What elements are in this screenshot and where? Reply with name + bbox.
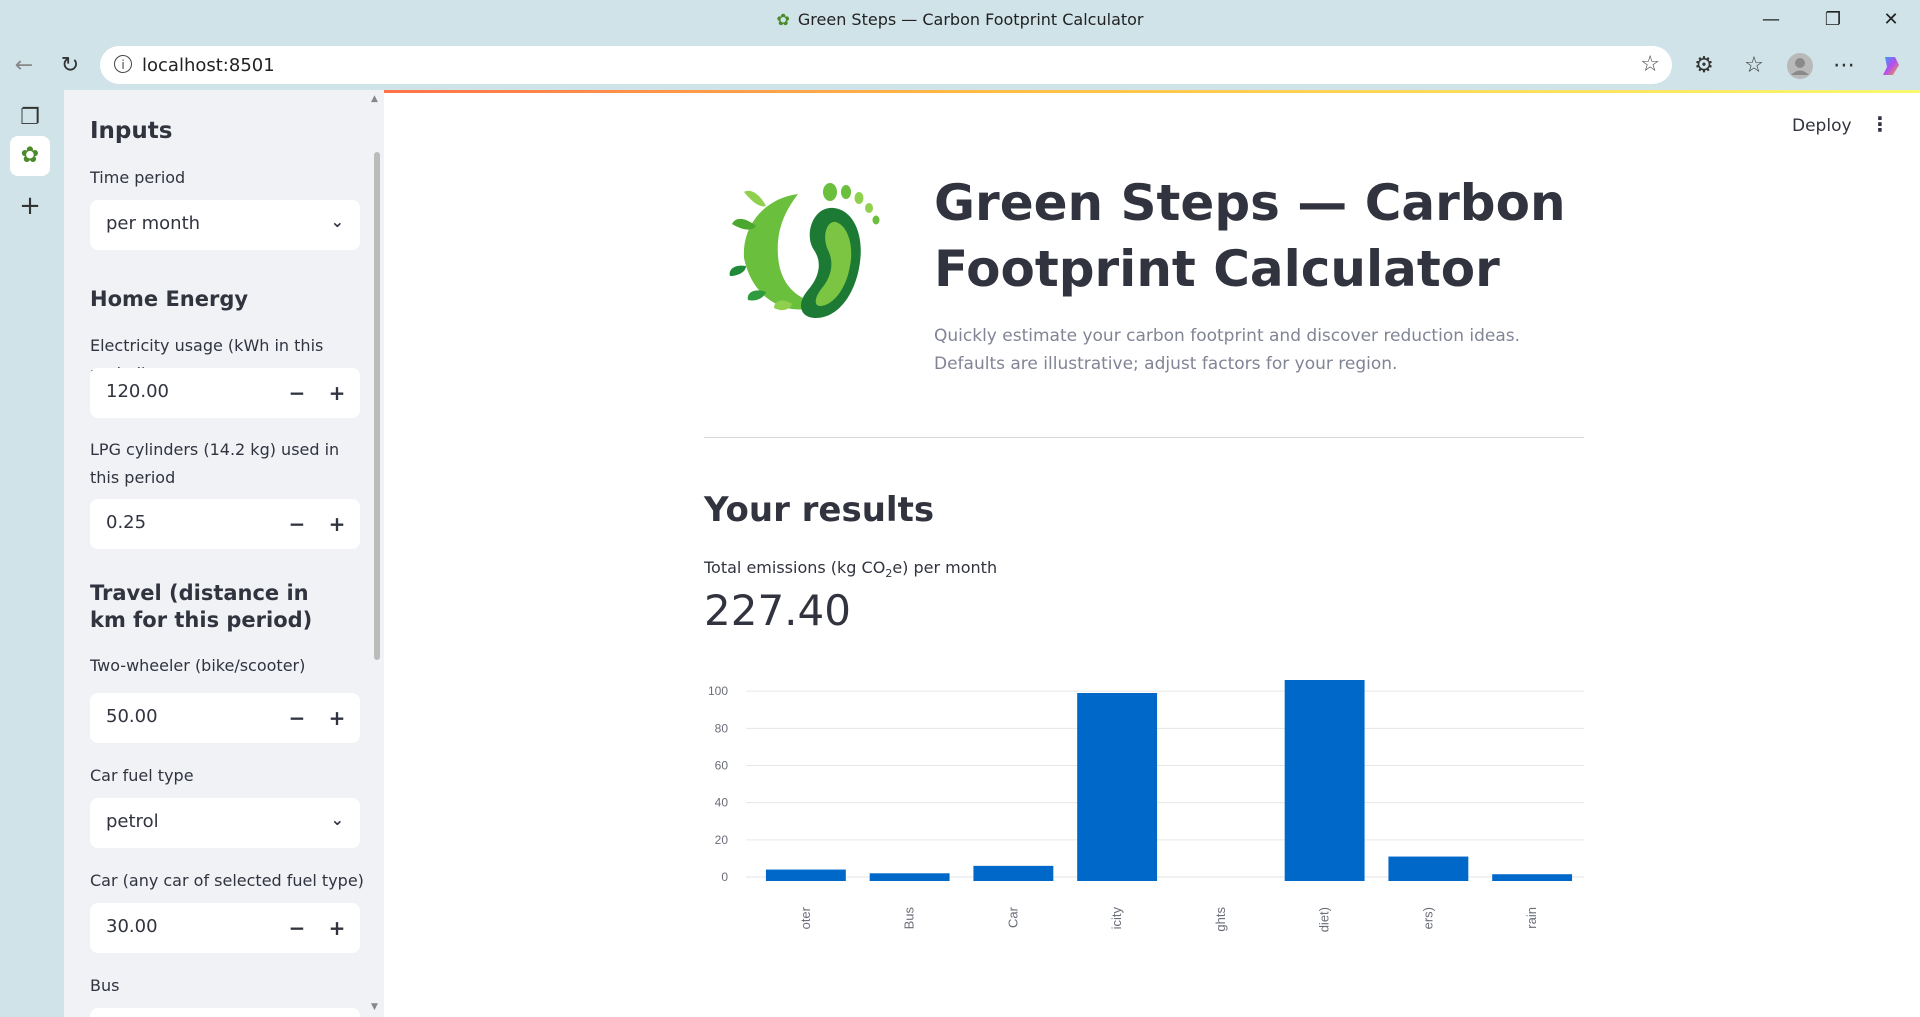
y-tick-label: 80	[715, 721, 729, 735]
car-value: 30.00	[106, 916, 158, 937]
url-text: localhost:8501	[142, 55, 275, 76]
decrement-button[interactable]: −	[282, 378, 312, 408]
tab-green-steps[interactable]: ✿	[10, 136, 50, 176]
decrement-button[interactable]: −	[282, 913, 312, 943]
results-heading: Your results	[704, 490, 935, 530]
divider	[704, 437, 1584, 438]
scroll-up-arrow[interactable]: ▲	[371, 94, 378, 104]
car-fuel-label: Car fuel type	[90, 766, 194, 785]
y-tick-label: 40	[715, 796, 729, 810]
y-tick-label: 20	[715, 833, 729, 847]
lpg-value: 0.25	[106, 512, 147, 533]
metric-label: Total emissions (kg CO2e) per month	[704, 558, 997, 580]
increment-button[interactable]: +	[322, 509, 352, 539]
reload-icon[interactable]: ↻	[54, 50, 86, 82]
bar[interactable]	[973, 865, 1054, 881]
close-button[interactable]: ✕	[1868, 6, 1914, 34]
metric-label-prefix: Total emissions (kg CO	[704, 558, 886, 577]
metric-label-suffix: e) per month	[892, 558, 998, 577]
x-tick-label: Car	[1005, 906, 1020, 928]
bookmark-star-icon[interactable]: ☆	[1640, 52, 1660, 77]
y-tick-label: 0	[721, 870, 728, 884]
vertical-tab-strip: ❐ ✿ +	[0, 90, 62, 1017]
two-wheeler-label: Two-wheeler (bike/scooter)	[90, 656, 306, 675]
main-menu-icon[interactable]: ⋮	[1870, 112, 1890, 136]
sidebar-heading: Inputs	[90, 118, 173, 144]
tab-actions-icon[interactable]: ❐	[10, 98, 50, 138]
x-tick-label: icity	[1109, 907, 1124, 930]
time-period-select[interactable]: per month ⌄	[90, 200, 360, 250]
window-titlebar: ✿ Green Steps — Carbon Footprint Calculat…	[0, 0, 1920, 42]
y-tick-label: 100	[708, 684, 728, 698]
chevron-down-icon: ⌄	[330, 212, 344, 231]
more-menu-icon[interactable]: ⋯	[1828, 50, 1860, 82]
bus-label: Bus	[90, 976, 120, 995]
car-fuel-value: petrol	[106, 811, 159, 832]
bar[interactable]	[1077, 693, 1158, 881]
car-input[interactable]: 30.00 − +	[90, 903, 360, 953]
chevron-down-icon: ⌄	[330, 810, 344, 829]
metric-value: 227.40	[704, 586, 851, 635]
scroll-down-arrow[interactable]: ▼	[371, 1002, 378, 1012]
page-title: Green Steps — Carbon Footprint Calculato…	[934, 174, 1566, 298]
increment-button[interactable]: +	[322, 378, 352, 408]
y-tick-label: 60	[715, 758, 729, 772]
electricity-value: 120.00	[106, 381, 169, 402]
emissions-bar-chart: 0 20 40 60 80 100 oter Bus Car icity ghts diet) ers)…	[708, 680, 1584, 932]
bar[interactable]	[869, 873, 950, 881]
bar[interactable]	[1492, 874, 1573, 881]
address-bar[interactable]: i localhost:8501 ☆	[100, 46, 1672, 84]
electricity-input[interactable]: 120.00 − +	[90, 368, 360, 418]
extensions-icon[interactable]: ⚙	[1688, 50, 1720, 82]
x-tick-label: ers)	[1420, 907, 1435, 929]
time-period-label: Time period	[90, 168, 186, 187]
home-energy-heading: Home Energy	[90, 287, 249, 311]
restore-button[interactable]: ❐	[1810, 6, 1856, 34]
decrement-button[interactable]: −	[282, 509, 312, 539]
page-subtitle: Quickly estimate your carbon footprint a…	[934, 326, 1521, 374]
x-tick-label: oter	[798, 906, 813, 929]
sidebar: Inputs Time period per month ⌄ Home Ener…	[64, 90, 384, 1017]
two-wheeler-input[interactable]: 50.00 − +	[90, 693, 360, 743]
main-content: Deploy ⋮ Green Steps — Carbon Footprint …	[384, 90, 1920, 1017]
x-tick-label: ghts	[1213, 907, 1228, 932]
green-footprint-logo	[729, 183, 880, 318]
copilot-icon[interactable]	[1876, 50, 1908, 82]
favorites-icon[interactable]: ☆	[1738, 50, 1770, 82]
profile-avatar-icon[interactable]	[1784, 50, 1816, 82]
two-wheeler-value: 50.00	[106, 706, 158, 727]
sprout-icon: ✿	[776, 10, 790, 29]
streamlit-page: Inputs Time period per month ⌄ Home Ener…	[64, 90, 1920, 1017]
bar[interactable]	[765, 869, 846, 881]
lpg-input[interactable]: 0.25 − +	[90, 499, 360, 549]
bar[interactable]	[1388, 856, 1469, 881]
x-tick-label: rain	[1524, 907, 1539, 929]
lpg-label: LPG cylinders (14.2 kg) used in this per…	[90, 440, 340, 487]
bar[interactable]	[1284, 680, 1365, 881]
sidebar-scrollbar[interactable]	[374, 152, 380, 660]
increment-button[interactable]: +	[322, 913, 352, 943]
site-info-icon[interactable]: i	[114, 55, 132, 73]
decrement-button[interactable]: −	[282, 703, 312, 733]
time-period-value: per month	[106, 213, 201, 234]
window-title-wrap: ✿ Green Steps — Carbon Footprint Calculat…	[0, 10, 1920, 29]
increment-button[interactable]: +	[322, 703, 352, 733]
bus-input[interactable]	[90, 1008, 360, 1017]
x-tick-label: Bus	[902, 907, 917, 930]
car-fuel-select[interactable]: petrol ⌄	[90, 798, 360, 848]
back-icon[interactable]: ←	[8, 50, 40, 82]
travel-heading: Travel (distance in km for this period)	[90, 581, 313, 632]
browser-toolbar: ← ↻ i localhost:8501 ☆ ⚙ ☆ ⋯	[0, 42, 1920, 90]
deploy-button[interactable]: Deploy	[1792, 116, 1852, 136]
car-label: Car (any car of selected fuel type)	[90, 871, 364, 890]
x-tick-label: diet)	[1317, 907, 1332, 932]
minimize-button[interactable]: —	[1748, 6, 1794, 34]
new-tab-icon[interactable]: +	[10, 186, 50, 226]
window-title: Green Steps — Carbon Footprint Calculato…	[797, 10, 1144, 29]
